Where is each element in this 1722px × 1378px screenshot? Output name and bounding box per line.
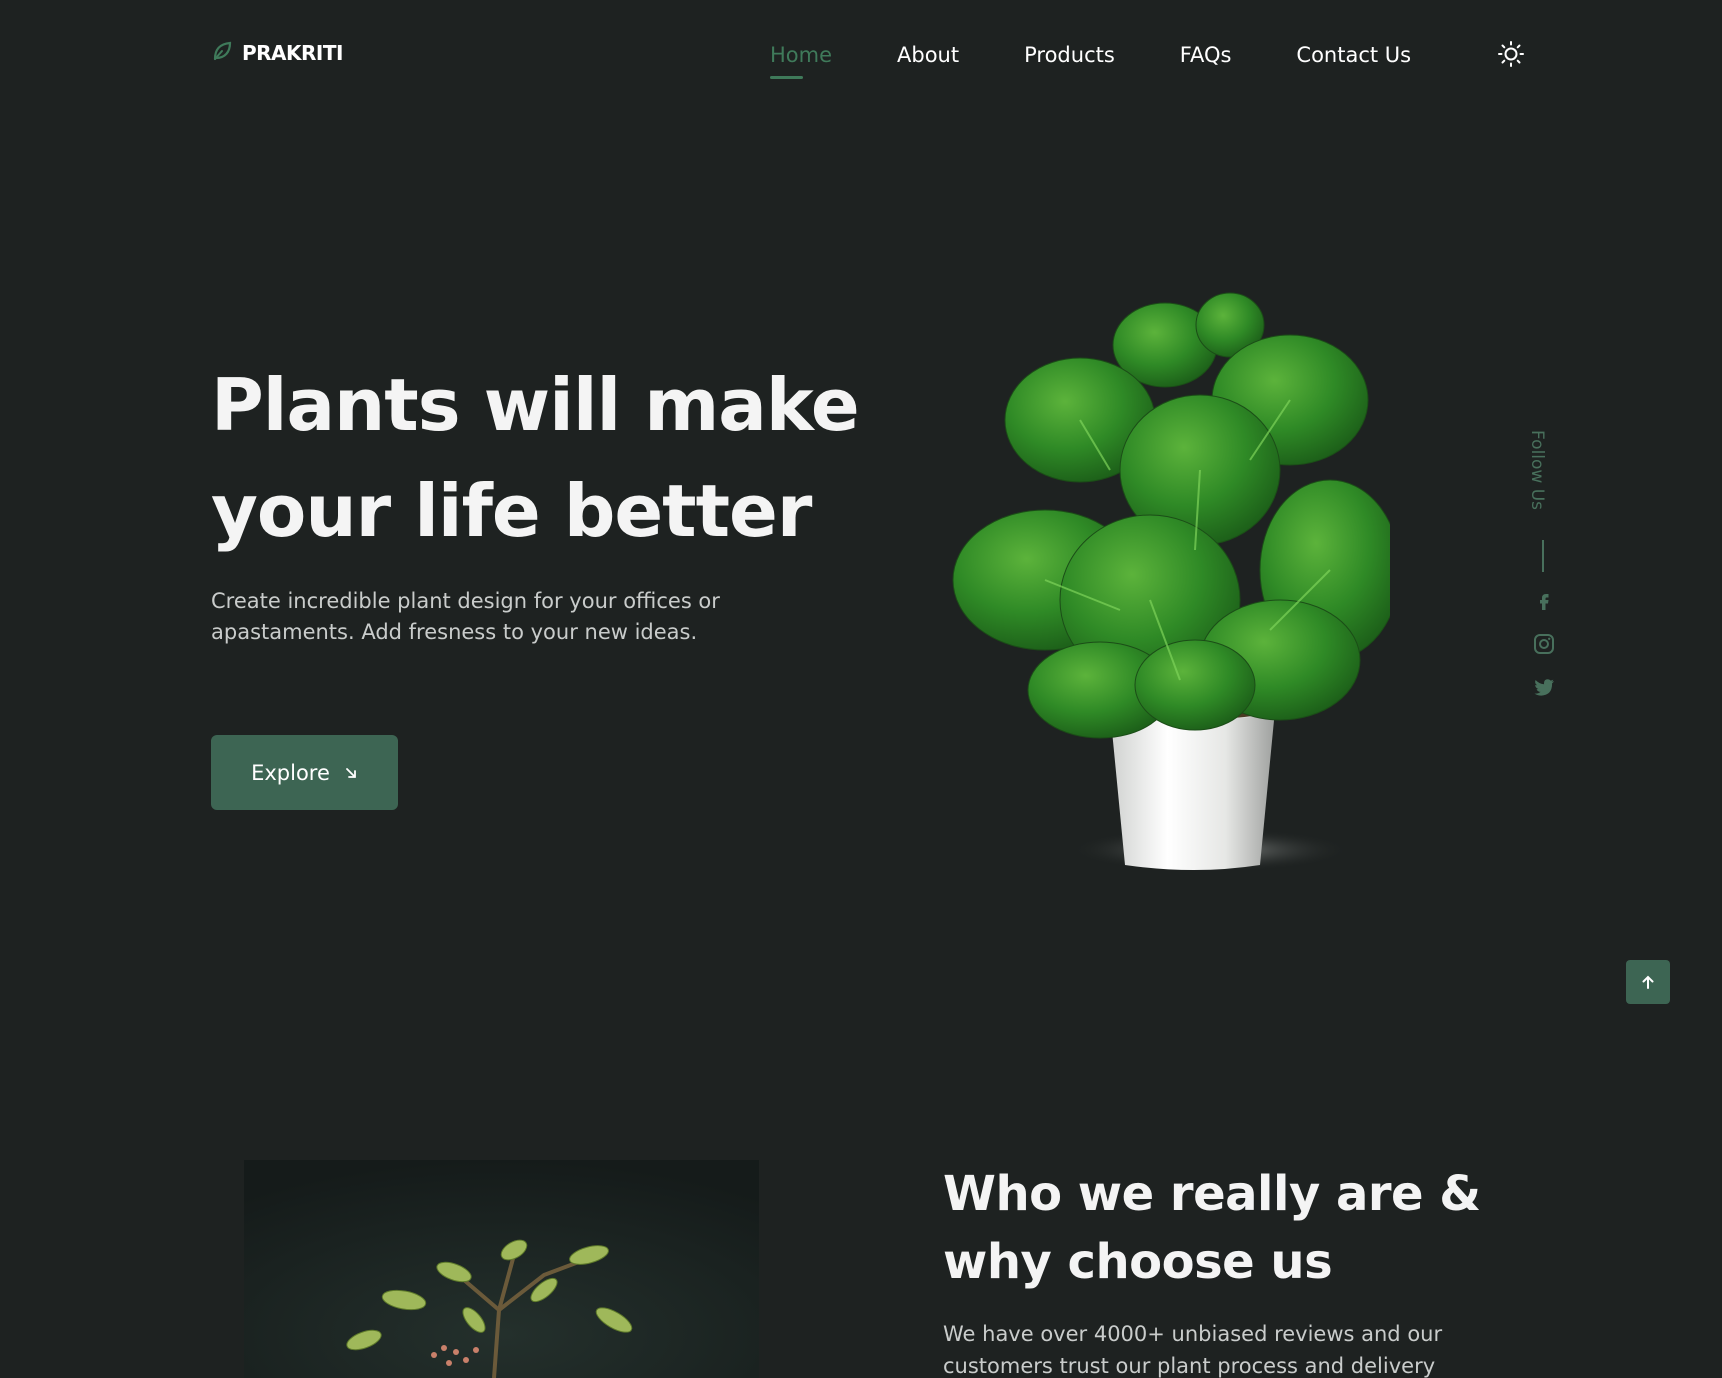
about-image <box>244 1160 759 1378</box>
arrow-up-icon <box>1642 975 1654 989</box>
theme-toggle-button[interactable] <box>1497 40 1525 68</box>
explore-button[interactable]: Explore <box>211 735 398 810</box>
hero-plant-image <box>950 270 1401 890</box>
sun-icon <box>1498 41 1524 67</box>
hero-subtitle: Create incredible plant design for your … <box>211 589 720 644</box>
main-nav: Home About Products FAQs Contact Us <box>770 40 1476 79</box>
facebook-icon[interactable] <box>1533 590 1555 612</box>
about-text: We have over 4000+ unbiased reviews and … <box>943 1322 1443 1378</box>
about-title-line-1: Who we really are & <box>943 1166 1481 1222</box>
follow-divider <box>1542 540 1544 572</box>
hero-title-line-1: Plants will make <box>211 363 860 447</box>
nav-item-contact[interactable]: Contact Us <box>1296 43 1411 67</box>
nav-item-home[interactable]: Home <box>770 43 832 79</box>
scroll-top-button[interactable] <box>1626 960 1670 1004</box>
about-title: Who we really are & why choose us <box>943 1160 1503 1296</box>
hero-title-line-2: your life better <box>211 469 812 553</box>
twitter-icon[interactable] <box>1533 676 1555 698</box>
page: PRAKRITI Home About Products FAQs Contac… <box>0 0 1722 1378</box>
follow-us: Follow Us <box>1523 430 1567 710</box>
nav-item-faqs[interactable]: FAQs <box>1180 43 1232 67</box>
explore-button-label: Explore <box>251 760 330 785</box>
brand-logo[interactable]: PRAKRITI <box>211 40 343 66</box>
arrow-down-right-icon <box>346 767 356 778</box>
brand-name: PRAKRITI <box>242 41 343 65</box>
nav-item-products[interactable]: Products <box>1024 43 1115 67</box>
hero-title: Plants will make your life better <box>211 352 931 564</box>
nav-item-about[interactable]: About <box>897 43 959 67</box>
instagram-icon[interactable] <box>1533 633 1555 655</box>
leaf-icon <box>211 40 233 66</box>
follow-us-label: Follow Us <box>1527 430 1547 511</box>
about-title-line-2: why choose us <box>943 1234 1333 1290</box>
